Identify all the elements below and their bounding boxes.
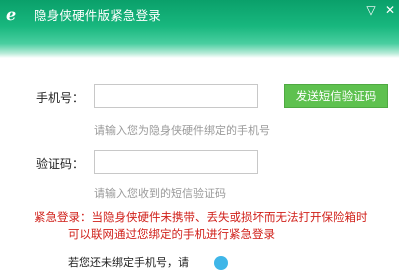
app-logo-icon: ℯ — [6, 5, 17, 24]
phone-input[interactable] — [94, 84, 258, 108]
phone-label: 手机号： — [35, 91, 84, 105]
title-bar: ℯ 隐身侠硬件版紧急登录 ▽ ✕ — [0, 0, 399, 58]
code-input[interactable] — [94, 150, 258, 174]
close-icon[interactable]: ✕ — [377, 0, 399, 22]
emergency-notice-line1: 紧急登录：当隐身侠硬件未携带、丢失或损坏而无法打开保险箱时 — [34, 210, 368, 224]
bind-phone-icon[interactable] — [214, 256, 228, 270]
emergency-notice-line2: 可以联网通过您绑定的手机进行紧急登录 — [68, 227, 275, 241]
window-title: 隐身侠硬件版紧急登录 — [34, 8, 162, 23]
send-sms-code-button[interactable]: 发送短信验证码 — [284, 84, 388, 108]
bind-phone-prompt: 若您还未绑定手机号，请 — [68, 256, 189, 269]
code-hint: 请输入您收到的短信验证码 — [94, 187, 226, 200]
phone-hint: 请输入您为隐身侠硬件绑定的手机号 — [94, 124, 270, 137]
code-label: 验证码： — [35, 157, 84, 171]
